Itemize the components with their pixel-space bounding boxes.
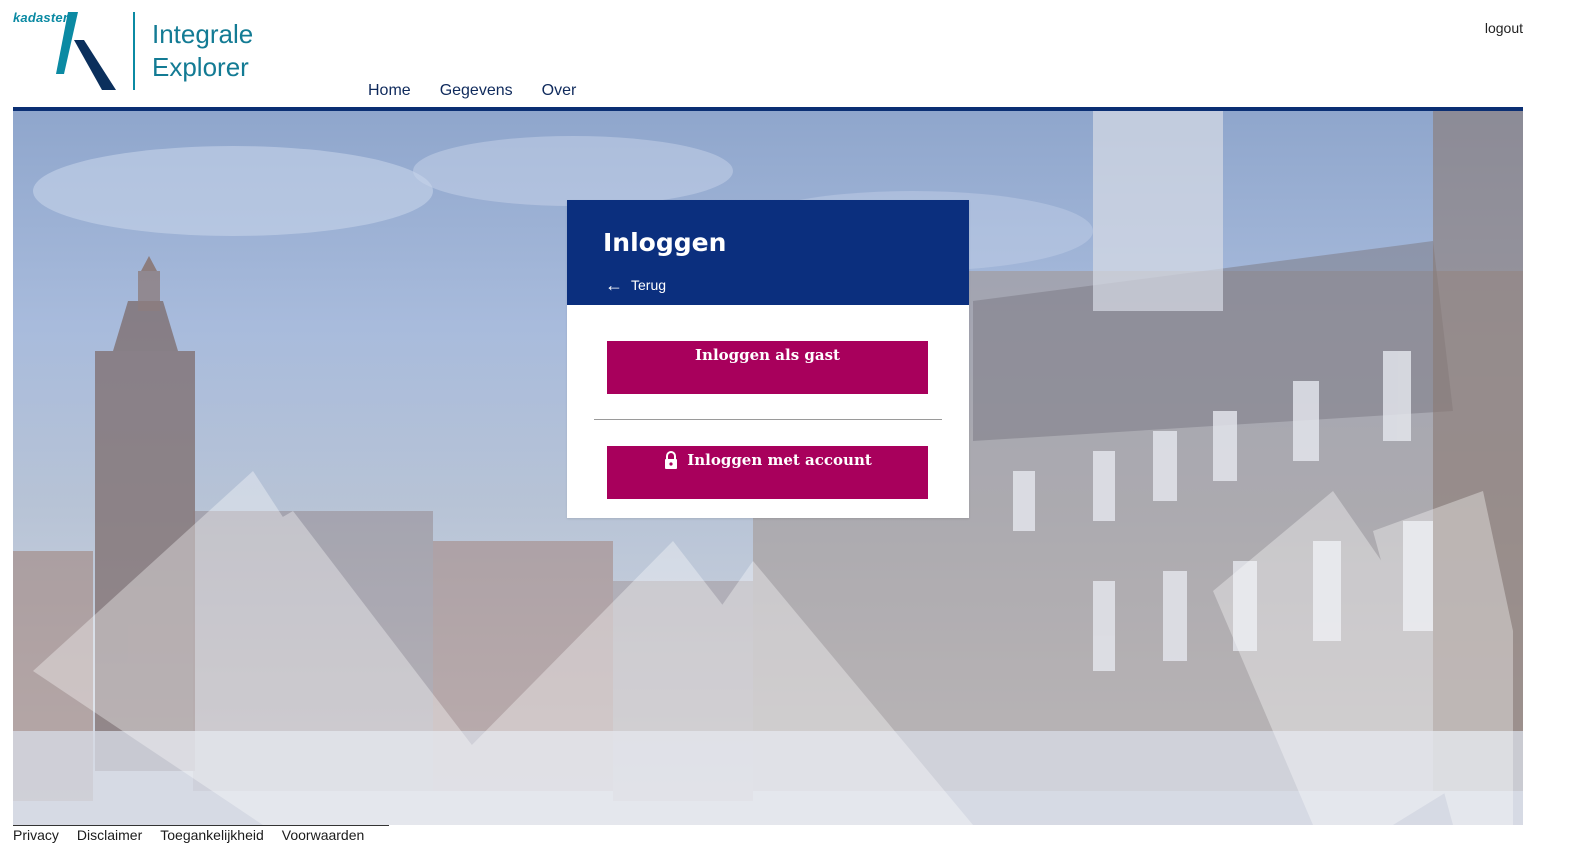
- arrow-left-icon: ←: [605, 275, 623, 295]
- login-title: Inloggen: [603, 228, 727, 257]
- footer-link-privacy[interactable]: Privacy: [13, 826, 59, 844]
- logo-divider: [133, 12, 135, 90]
- login-as-guest-button[interactable]: Inloggen als gast: [607, 341, 928, 394]
- logout-link[interactable]: logout: [1485, 20, 1523, 36]
- nav-item-home[interactable]: Home: [368, 82, 411, 100]
- login-card-header: Inloggen ← Terug: [567, 200, 969, 305]
- nav-item-gegevens[interactable]: Gegevens: [440, 82, 513, 100]
- login-card: Inloggen ← Terug Inloggen als gast Inlog…: [567, 200, 969, 518]
- main-nav: Home Gegevens Over: [368, 82, 605, 100]
- footer-links: Privacy Disclaimer Toegankelijkheid Voor…: [13, 826, 382, 844]
- login-with-account-button[interactable]: Inloggen met account: [607, 446, 928, 499]
- lock-icon: [665, 451, 678, 469]
- login-as-guest-label: Inloggen als gast: [695, 346, 840, 364]
- login-with-account-label: Inloggen met account: [687, 451, 872, 469]
- footer-link-voorwaarden[interactable]: Voorwaarden: [282, 826, 365, 844]
- app-title: Integrale Explorer: [152, 18, 253, 84]
- nav-item-over[interactable]: Over: [542, 82, 577, 100]
- app-title-line2: Explorer: [152, 52, 249, 82]
- kadaster-logo-icon[interactable]: [54, 12, 118, 92]
- footer-link-toegankelijkheid[interactable]: Toegankelijkheid: [160, 826, 264, 844]
- back-link[interactable]: ← Terug: [605, 275, 667, 295]
- back-link-label: Terug: [631, 277, 667, 293]
- header: kadaster Integrale Explorer Home Gegeven…: [0, 0, 1581, 111]
- login-options-divider: [594, 419, 942, 420]
- footer-link-disclaimer[interactable]: Disclaimer: [77, 826, 142, 844]
- app-title-line1: Integrale: [152, 19, 254, 49]
